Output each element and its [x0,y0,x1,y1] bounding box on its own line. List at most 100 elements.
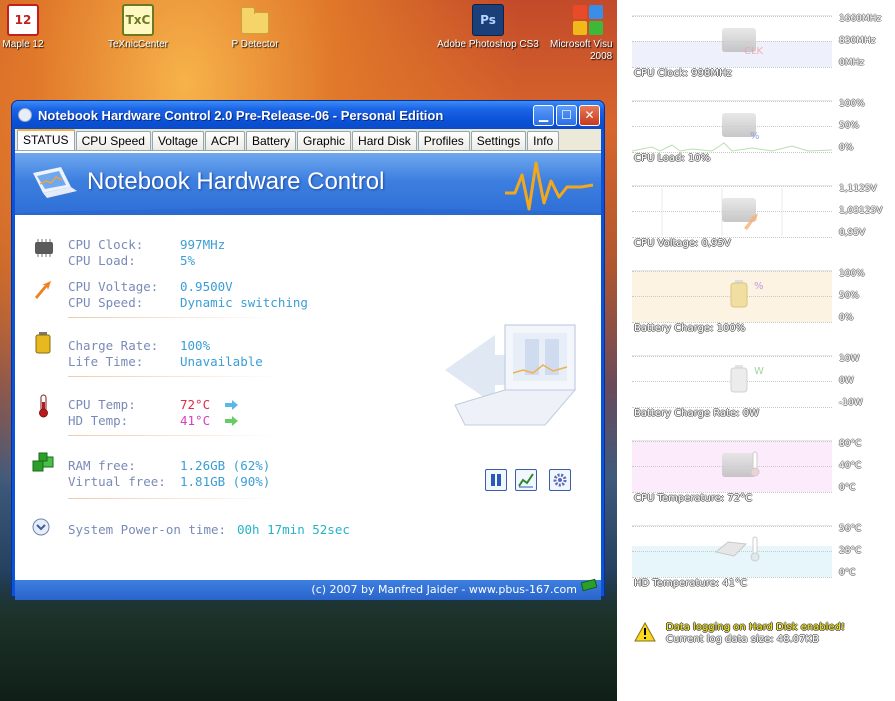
charge-rate-value: 100% [180,338,211,353]
virtual-free-value: 1.81GB (90%) [180,474,271,489]
separator [68,498,278,499]
cpu-voltage-label: CPU Voltage: [68,279,159,294]
battery-icon [730,365,748,393]
tab-profiles[interactable]: Profiles [417,131,470,150]
tab-info[interactable]: Info [527,131,560,150]
battery-icon [35,332,51,354]
cpu-load-value: 5% [180,253,196,268]
axis-tick: 830MHz [839,36,876,46]
visual-studio-icon [572,4,604,36]
graph-icon [518,473,534,488]
battery-icon [730,280,748,308]
tab-status[interactable]: STATUS [17,129,75,150]
data-logging-notice: Data logging on Hard Disk enabled! Curre… [634,622,845,646]
separator [68,317,278,318]
trend-arrow-icon [225,416,238,426]
gear-icon [553,473,567,487]
axis-tick: 0°C [839,483,856,493]
tab-cpu-speed[interactable]: CPU Speed [75,131,151,150]
window-titlebar[interactable]: Notebook Hardware Control 2.0 Pre-Releas… [12,101,604,129]
cpu-voltage-label: CPU Voltage: 0,95V [634,238,731,249]
nhc-window: Notebook Hardware Control 2.0 Pre-Releas… [11,100,605,600]
desktop: 12 Maple 12 TxC TeXnicCenter P Detector … [0,0,617,701]
maple-icon: 12 [7,4,39,36]
close-icon: ✕ [584,108,595,122]
notice-line-1: Data logging on Hard Disk enabled! [666,622,845,633]
hard-disk-icon [714,541,748,557]
cpu-load-graph: % [632,100,832,153]
charge-rate-label: Charge Rate: [68,338,159,353]
status-panel: CPU Clock: 997MHz CPU Load: 5% CPU Volta… [15,215,601,600]
folder-icon [239,4,271,36]
desktop-icon-microsoft-visual[interactable]: Microsoft Visu 2008 [550,4,617,63]
ram-free-label: RAM free: [68,458,136,473]
footer-copyright: (c) 2007 by Manfred Jaider - www.pbus-16… [15,580,601,600]
axis-tick: 50% [839,121,860,131]
texniccenter-icon: TxC [122,4,154,36]
desktop-icon-label: Microsoft Visu 2008 [550,39,613,62]
cpu-clock-label: CPU Clock: [68,237,144,252]
axis-tick: -10W [839,398,863,408]
graph-button[interactable] [515,469,537,491]
desktop-icon-label: TeXnicCenter [107,39,169,50]
desktop-icon-maple[interactable]: 12 Maple 12 [0,4,68,51]
desktop-icon-photoshop[interactable]: Ps Adobe Photoshop CS3 [428,4,548,51]
banner-title: Notebook Hardware Control [87,168,385,195]
desktop-icon-texniccenter[interactable]: TxC TeXnicCenter [93,4,183,51]
life-time-value: Unavailable [180,354,263,369]
cpu-clock-value: 997MHz [180,237,226,252]
pause-button[interactable] [485,469,507,491]
axis-tick: 0°C [839,568,856,578]
desktop-icon-label: Adobe Photoshop CS3 [437,39,539,50]
axis-tick: 100% [839,269,865,279]
axis-tick: 10W [839,354,860,364]
thermometer-icon [750,451,760,477]
laptop-illustration [445,324,577,426]
window-client: STATUS CPU Speed Voltage ACPI Battery Gr… [15,129,601,600]
voltage-arrow-icon [744,213,758,230]
separator [68,435,278,436]
close-button[interactable]: ✕ [579,104,600,126]
cpu-load-label: CPU Load: 10% [634,153,711,164]
cpu-temperature-label: CPU Temperature: 72°C [634,493,753,504]
warning-icon [634,622,656,642]
tab-acpi[interactable]: ACPI [204,131,245,150]
battery-charge-graph: % [632,270,832,323]
axis-tick: 0W [839,376,854,386]
axis-tick: 1,1125V [839,184,877,194]
hd-temperature-graph [632,525,832,578]
axis-tick: 0,95V [839,228,866,238]
tab-graphic[interactable]: Graphic [297,131,352,150]
minimize-icon: ▁ [538,108,549,122]
desktop-icon-label: P Detector [231,39,279,50]
laptop-logo-icon [33,167,77,198]
axis-tick: 80°C [839,439,862,449]
photoshop-icon: Ps [472,4,504,36]
desktop-icon-label: Maple 12 [2,39,44,50]
desktop-icon-p-detector[interactable]: P Detector [210,4,300,51]
axis-tick: 0% [839,313,854,323]
axis-tick: 100% [839,99,865,109]
axis-tick: 0MHz [839,58,864,68]
hd-temp-label: HD Temp: [68,413,129,428]
tab-voltage[interactable]: Voltage [151,131,204,150]
axis-tick: 1,03125V [839,206,883,216]
maximize-icon: ☐ [561,108,572,122]
heartbeat-wave-icon [505,161,594,211]
memory-cubes-icon [32,452,54,472]
tab-battery[interactable]: Battery [246,131,297,150]
minimize-button[interactable]: ▁ [533,104,554,126]
cpu-clock-label: CPU Clock: 998MHz [634,68,732,79]
banner: Notebook Hardware Control [15,153,601,215]
cpu-temperature-graph [632,440,832,493]
axis-tick: 28°C [839,546,862,556]
tab-settings[interactable]: Settings [470,131,527,150]
maximize-button[interactable]: ☐ [556,104,577,126]
power-on-value: 00h 17min 52sec [237,522,350,537]
cpu-chip-icon [35,239,53,257]
cpu-clock-graph: CLK [632,15,832,68]
axis-tick: 40°C [839,461,862,471]
tab-hard-disk[interactable]: Hard Disk [352,131,417,150]
settings-gear-button[interactable] [549,469,571,491]
life-time-label: Life Time: [68,354,144,369]
